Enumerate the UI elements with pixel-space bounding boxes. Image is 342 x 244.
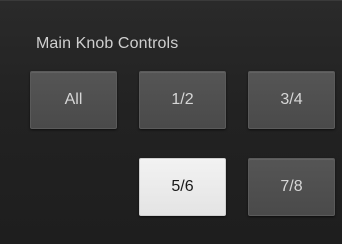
knob-all-button[interactable]: All xyxy=(30,71,117,129)
main-knob-controls-panel: Main Knob Controls All 1/2 3/4 5/6 7/8 xyxy=(0,0,342,244)
knob-1-2-button[interactable]: 1/2 xyxy=(139,71,226,129)
knob-7-8-button[interactable]: 7/8 xyxy=(248,158,335,216)
knob-5-6-button[interactable]: 5/6 xyxy=(139,158,226,216)
panel-title: Main Knob Controls xyxy=(36,35,179,52)
knob-3-4-button[interactable]: 3/4 xyxy=(248,71,335,129)
